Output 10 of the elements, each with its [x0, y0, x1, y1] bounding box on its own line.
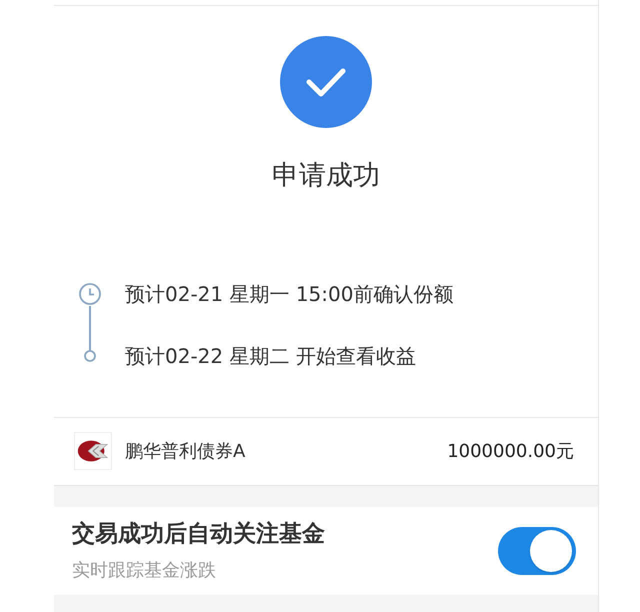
status-title: 申请成功	[272, 159, 380, 193]
follow-title: 交易成功后自动关注基金	[72, 520, 325, 549]
follow-subtitle: 实时跟踪基金涨跌	[72, 559, 217, 584]
timeline-text: 预计02-21 星期一 15:00前确认份额	[125, 280, 454, 308]
success-check-icon	[280, 36, 372, 128]
fund-amount: 1000000.00元	[447, 440, 574, 464]
fund-logo-icon	[74, 432, 112, 470]
follow-toggle[interactable]	[498, 526, 576, 574]
fund-name: 鹏华普利债券A	[125, 440, 246, 464]
timeline-text: 预计02-22 星期二 开始查看收益	[125, 342, 416, 370]
